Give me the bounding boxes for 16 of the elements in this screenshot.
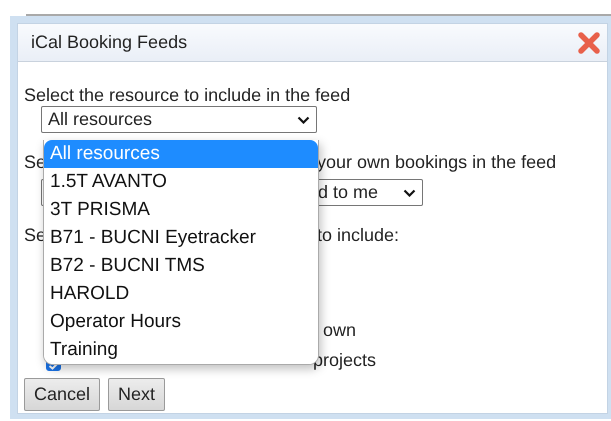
dropdown-option[interactable]: Operator Hours (44, 308, 318, 336)
option-fragment: own (323, 319, 358, 341)
cancel-button[interactable]: Cancel (24, 378, 100, 411)
dropdown-option[interactable]: 3T PRISMA (44, 196, 318, 224)
dropdown-option[interactable]: HAROLD (44, 280, 318, 308)
dialog-title: iCal Booking Feeds (31, 32, 188, 53)
next-button[interactable]: Next (108, 378, 166, 411)
dropdown-option[interactable]: Training (44, 336, 318, 364)
close-icon[interactable] (577, 30, 601, 54)
resource-select[interactable]: All resources (41, 106, 317, 133)
resource-prompt: Select the resource to include in the feed (24, 84, 352, 106)
caret-icon (403, 188, 416, 196)
dropdown-option[interactable]: B71 - BUCNI Eyetracker (44, 224, 318, 252)
dropdown-option[interactable]: 1.5T AVANTO (44, 168, 318, 196)
dropdown-option[interactable]: B72 - BUCNI TMS (44, 252, 318, 280)
caret-icon (297, 116, 310, 124)
